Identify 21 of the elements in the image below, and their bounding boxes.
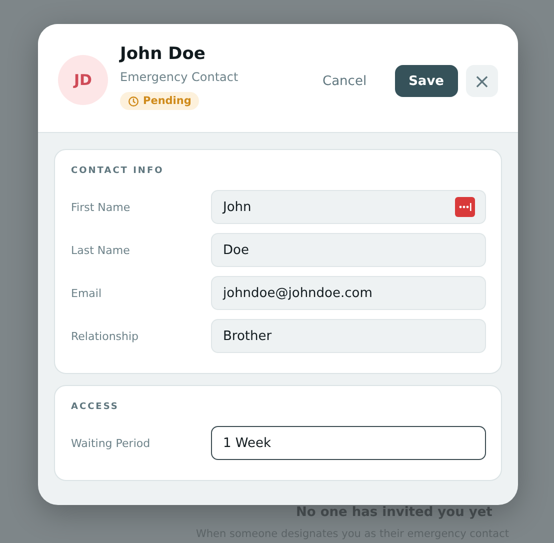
section-heading: ACCESS [71, 402, 120, 412]
input-field[interactable]: John [211, 190, 486, 224]
input-field[interactable]: Brother [211, 319, 486, 353]
avatar: JD [58, 55, 108, 105]
contact-name: John Doe [120, 44, 206, 64]
input-field[interactable]: Doe [211, 233, 486, 267]
field-label: Waiting Period [71, 436, 152, 450]
status-badge: Pending [120, 92, 200, 110]
input-field[interactable]: 1 Week [211, 426, 486, 460]
cancel-button[interactable]: Cancel [308, 65, 381, 97]
field-label: Email [71, 286, 103, 300]
field-label: Last Name [71, 244, 131, 256]
field-label: First Name [71, 200, 132, 214]
password-manager-icon[interactable] [455, 197, 475, 217]
close-button[interactable]: × [466, 65, 498, 97]
save-button[interactable]: Save [394, 65, 458, 97]
input-field[interactable]: johndoe@johndoe.com [211, 276, 486, 310]
clock-icon [128, 96, 139, 106]
field-label: Relationship [71, 330, 140, 342]
section-heading: CONTACT INFO [71, 166, 165, 176]
contact-role: Emergency Contact [120, 70, 240, 84]
